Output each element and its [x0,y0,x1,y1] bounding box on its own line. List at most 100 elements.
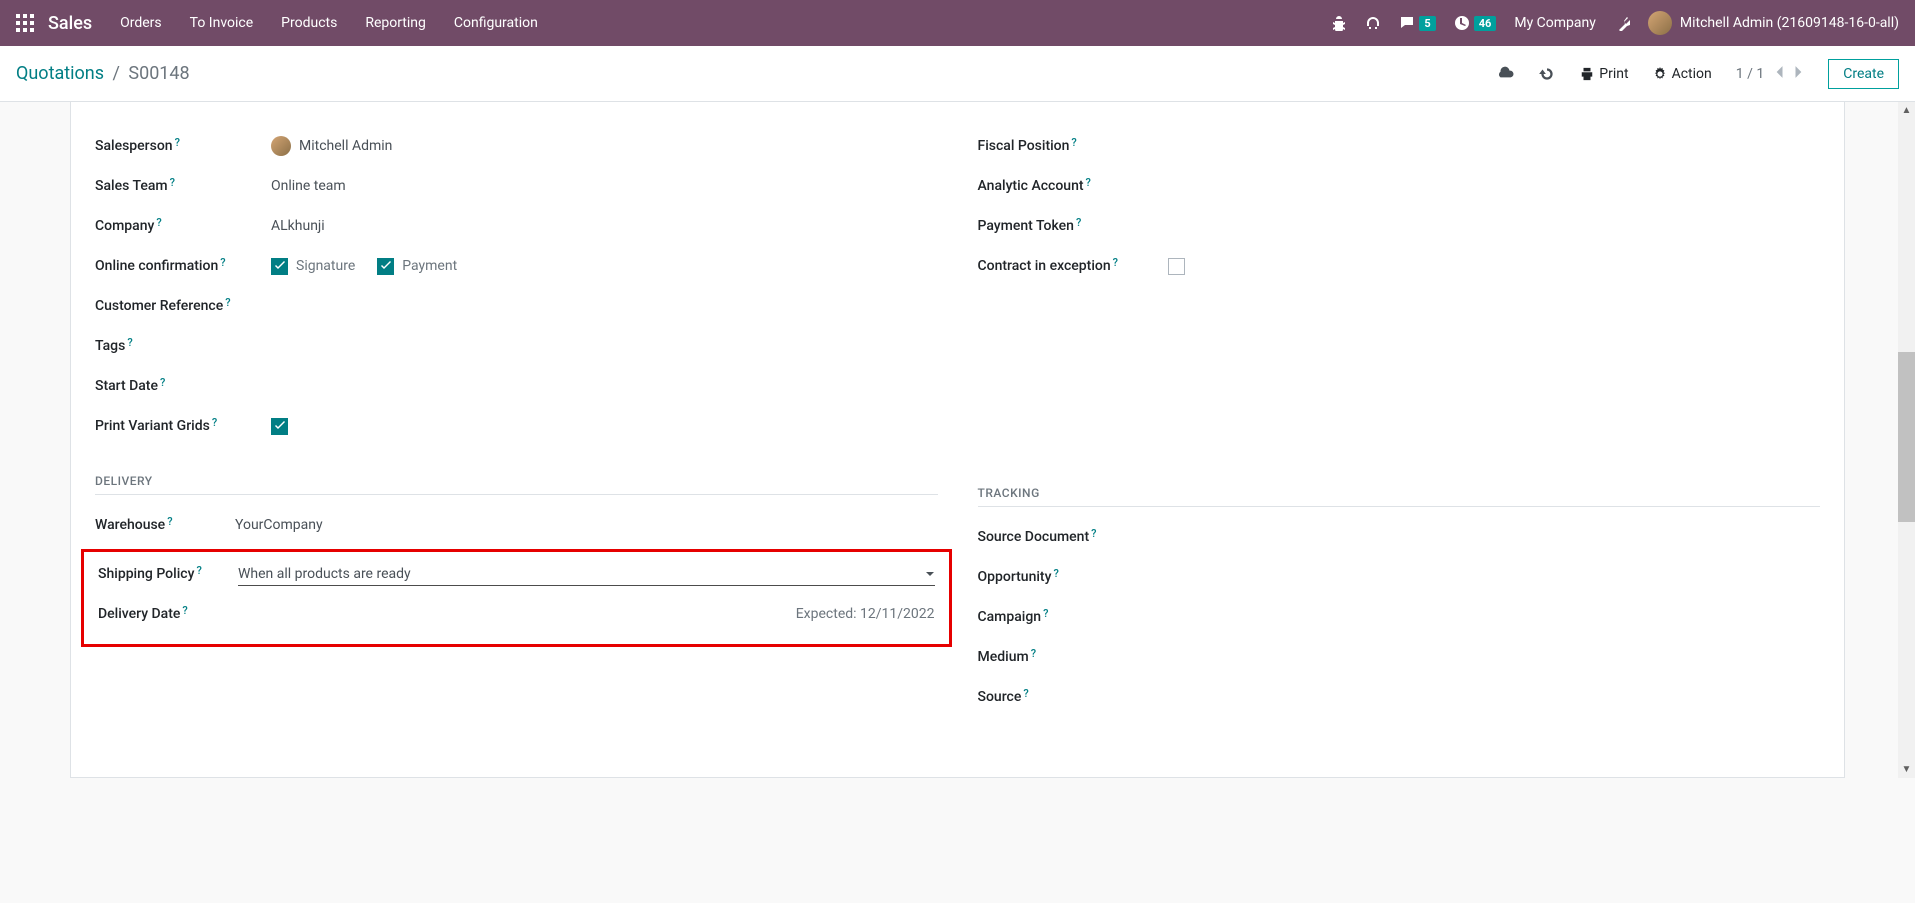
bug-icon[interactable] [1331,15,1347,31]
help-icon[interactable]: ? [160,376,165,389]
warehouse-label: Warehouse [95,517,165,533]
apps-icon[interactable] [16,14,34,32]
expected-date: Expected: 12/11/2022 [796,606,935,622]
app-brand[interactable]: Sales [48,13,92,34]
help-icon[interactable]: ? [1091,527,1096,540]
help-icon[interactable]: ? [1053,567,1058,580]
delivery-header: DELIVERY [95,474,938,495]
help-icon[interactable]: ? [167,515,172,528]
shipping-policy-select[interactable]: When all products are ready [238,563,935,586]
activities-icon[interactable]: 46 [1454,15,1497,31]
user-menu[interactable]: Mitchell Admin (21609148-16-0-all) [1648,11,1899,35]
undo-icon[interactable] [1538,65,1556,83]
contract-checkbox[interactable] [1168,258,1185,275]
signature-checkbox[interactable] [271,258,288,275]
right-column: Fiscal Position? Analytic Account? Payme… [978,126,1821,717]
payment-checkbox[interactable] [377,258,394,275]
analytic-label: Analytic Account [978,178,1084,194]
help-icon[interactable]: ? [1031,647,1036,660]
pager-next[interactable] [1794,65,1804,83]
custref-label: Customer Reference [95,298,223,314]
left-column: Salesperson? Mitchell Admin Sales Team? … [95,126,938,717]
help-icon[interactable]: ? [196,564,201,577]
help-icon[interactable]: ? [127,336,132,349]
help-icon[interactable]: ? [225,296,230,309]
printgrid-checkbox[interactable] [271,418,288,435]
create-button[interactable]: Create [1828,59,1899,89]
deliverydate-label: Delivery Date [98,606,180,622]
avatar-icon [271,136,291,156]
help-icon[interactable]: ? [1086,176,1091,189]
action-button[interactable]: Action [1653,66,1712,82]
main-menu: Orders To Invoice Products Reporting Con… [120,15,538,31]
tags-label: Tags [95,338,125,354]
scroll-down-icon[interactable]: ▼ [1898,761,1915,778]
messaging-icon[interactable]: 5 [1399,15,1435,31]
printgrid-label: Print Variant Grids [95,418,210,434]
help-icon[interactable]: ? [1043,607,1048,620]
tracking-header: TRACKING [978,486,1821,507]
company-field[interactable]: ALkhunji [271,218,938,234]
top-navbar: Sales Orders To Invoice Products Reporti… [0,0,1915,46]
salesteam-field[interactable]: Online team [271,178,938,194]
form-sheet: Salesperson? Mitchell Admin Sales Team? … [70,102,1845,778]
help-icon[interactable]: ? [220,256,225,269]
main-content: Salesperson? Mitchell Admin Sales Team? … [0,102,1915,778]
source-label: Source [978,689,1022,705]
control-panel-right: Print Action 1 / 1 Create [1496,59,1899,89]
shipping-label: Shipping Policy [98,566,194,582]
help-icon[interactable]: ? [1076,216,1081,229]
campaign-label: Campaign [978,609,1042,625]
sourcedoc-label: Source Document [978,529,1090,545]
user-name: Mitchell Admin (21609148-16-0-all) [1680,15,1899,31]
tools-icon[interactable] [1614,15,1630,31]
fiscal-label: Fiscal Position [978,138,1070,154]
help-icon[interactable]: ? [175,136,180,149]
company-switcher[interactable]: My Company [1514,15,1596,31]
warehouse-field[interactable]: YourCompany [235,517,938,533]
breadcrumb-current: S00148 [128,63,189,84]
support-icon[interactable] [1365,15,1381,31]
paytoken-label: Payment Token [978,218,1074,234]
onlineconf-field: Signature Payment [271,258,938,275]
control-bar: Quotations / S00148 Print Action 1 / 1 C… [0,46,1915,102]
help-icon[interactable]: ? [1071,136,1076,149]
onlineconf-label: Online confirmation [95,258,218,274]
avatar [1648,11,1672,35]
cloud-icon[interactable] [1496,65,1514,83]
menu-to-invoice[interactable]: To Invoice [190,15,254,31]
pager-value[interactable]: 1 / 1 [1736,66,1764,82]
print-button[interactable]: Print [1580,66,1628,82]
menu-reporting[interactable]: Reporting [365,15,426,31]
highlight-box: Shipping Policy? When all products are r… [81,549,952,647]
help-icon[interactable]: ? [170,176,175,189]
nav-right: 5 46 My Company Mitchell Admin (21609148… [1331,11,1899,35]
startdate-label: Start Date [95,378,158,394]
deliverydate-field[interactable]: Expected: 12/11/2022 [238,606,935,622]
salesteam-label: Sales Team [95,178,168,194]
menu-orders[interactable]: Orders [120,15,162,31]
help-icon[interactable]: ? [182,604,187,617]
help-icon[interactable]: ? [212,416,217,429]
breadcrumb: Quotations / S00148 [16,63,190,84]
scroll-thumb[interactable] [1898,352,1915,522]
help-icon[interactable]: ? [156,216,161,229]
medium-label: Medium [978,649,1029,665]
message-badge: 5 [1419,16,1435,31]
contract-label: Contract in exception [978,258,1111,274]
chevron-down-icon [925,569,935,579]
help-icon[interactable]: ? [1023,687,1028,700]
salesperson-field[interactable]: Mitchell Admin [271,136,938,156]
activity-badge: 46 [1474,16,1497,31]
pager-prev[interactable] [1774,65,1784,83]
salesperson-label: Salesperson [95,138,173,154]
company-label: Company [95,218,154,234]
pager: 1 / 1 [1736,65,1804,83]
help-icon[interactable]: ? [1113,256,1118,269]
menu-configuration[interactable]: Configuration [454,15,538,31]
scrollbar[interactable]: ▲ ▼ [1898,102,1915,778]
opportunity-label: Opportunity [978,569,1052,585]
breadcrumb-root[interactable]: Quotations [16,63,104,84]
scroll-up-icon[interactable]: ▲ [1898,102,1915,119]
menu-products[interactable]: Products [281,15,337,31]
